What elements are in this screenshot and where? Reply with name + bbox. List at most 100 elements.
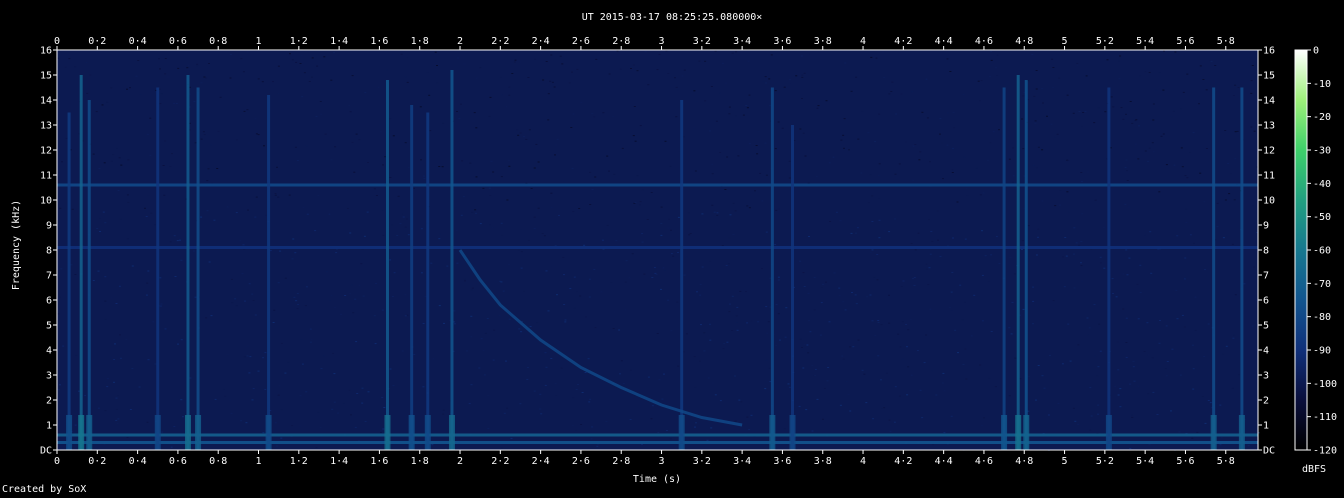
noise-dot [1227,163,1230,164]
noise-dot [358,284,361,286]
y-tick-label: 12 [40,146,52,157]
noise-dot [264,388,267,390]
noise-dot [935,394,938,396]
noise-dot [1050,123,1053,125]
noise-dot [251,293,254,295]
noise-dot [293,296,296,298]
noise-dot [656,333,659,334]
noise-dot [941,382,944,384]
noise-dot [1230,52,1233,53]
noise-dot [775,304,778,306]
noise-dot [556,138,559,140]
noise-dot [1059,204,1061,206]
colorbar-tick-label: -20 [1313,112,1331,123]
x-tick-label-top: 1 [255,36,261,47]
noise-dot [661,398,664,400]
noise-dot [783,86,786,88]
noise-dot [757,130,760,132]
noise-dot [479,67,482,69]
noise-dot [550,207,553,208]
noise-dot [820,302,823,304]
noise-dot [346,207,349,209]
noise-dot [158,58,160,60]
event-base [1210,415,1217,450]
noise-dot [200,82,203,84]
noise-dot [453,323,456,325]
noise-dot [713,211,716,213]
noise-dot [1012,175,1015,177]
noise-dot [777,208,780,210]
noise-dot [1147,160,1150,162]
noise-dot [333,307,336,309]
noise-dot [244,300,246,302]
noise-dot [709,323,711,325]
noise-dot [1056,133,1059,135]
noise-dot [367,391,370,393]
noise-dot [460,214,463,216]
noise-dot [319,427,322,429]
noise-dot [330,159,333,161]
noise-dot [817,105,820,107]
noise-dot [1251,325,1254,327]
noise-dot [404,315,407,317]
noise-dot [1151,142,1154,144]
noise-dot [127,201,130,203]
noise-dot [453,310,456,312]
noise-dot [962,363,965,365]
noise-dot [871,195,874,197]
noise-dot [563,304,566,305]
noise-dot [203,76,206,78]
noise-dot [95,111,98,113]
noise-dot [173,426,176,428]
noise-dot [247,209,249,211]
noise-dot [355,133,358,135]
noise-dot [162,165,165,166]
noise-dot [722,348,725,350]
noise-dot [855,76,858,78]
noise-dot [839,220,842,222]
noise-dot [1220,437,1223,439]
noise-dot [342,402,345,404]
noise-dot [1194,329,1197,331]
noise-dot [1198,103,1200,105]
noise-dot [1120,107,1123,109]
noise-dot [719,152,722,153]
noise-dot [1183,277,1186,279]
noise-dot [117,395,119,396]
noise-dot [1151,357,1154,359]
noise-dot [984,255,987,257]
noise-dot [180,259,183,261]
noise-dot [943,390,946,392]
noise-dot [619,373,621,375]
noise-dot [877,321,880,323]
noise-dot [951,172,954,173]
noise-dot [636,70,639,72]
noise-dot [499,76,502,78]
noise-dot [120,164,123,166]
noise-dot [1077,423,1080,425]
noise-dot [255,196,258,198]
x-tick-label-top: 2·2 [491,36,509,47]
noise-dot [1119,388,1122,390]
noise-dot [876,254,879,255]
y-tick-label-right: 4 [1263,346,1269,357]
noise-dot [202,131,205,133]
y-tick-label: 5 [46,321,52,332]
noise-dot [731,295,734,297]
noise-dot [698,60,701,62]
noise-dot [62,345,65,347]
noise-dot [727,263,730,265]
noise-dot [175,103,178,104]
noise-dot [277,196,280,198]
noise-dot [385,69,388,71]
noise-dot [75,354,78,356]
noise-dot [878,237,881,239]
noise-dot [873,276,876,278]
noise-dot [528,310,530,312]
noise-dot [277,282,280,284]
noise-dot [670,253,673,255]
noise-dot [1208,133,1211,135]
noise-dot [660,222,663,224]
noise-dot [1080,265,1083,267]
noise-dot [641,241,644,243]
